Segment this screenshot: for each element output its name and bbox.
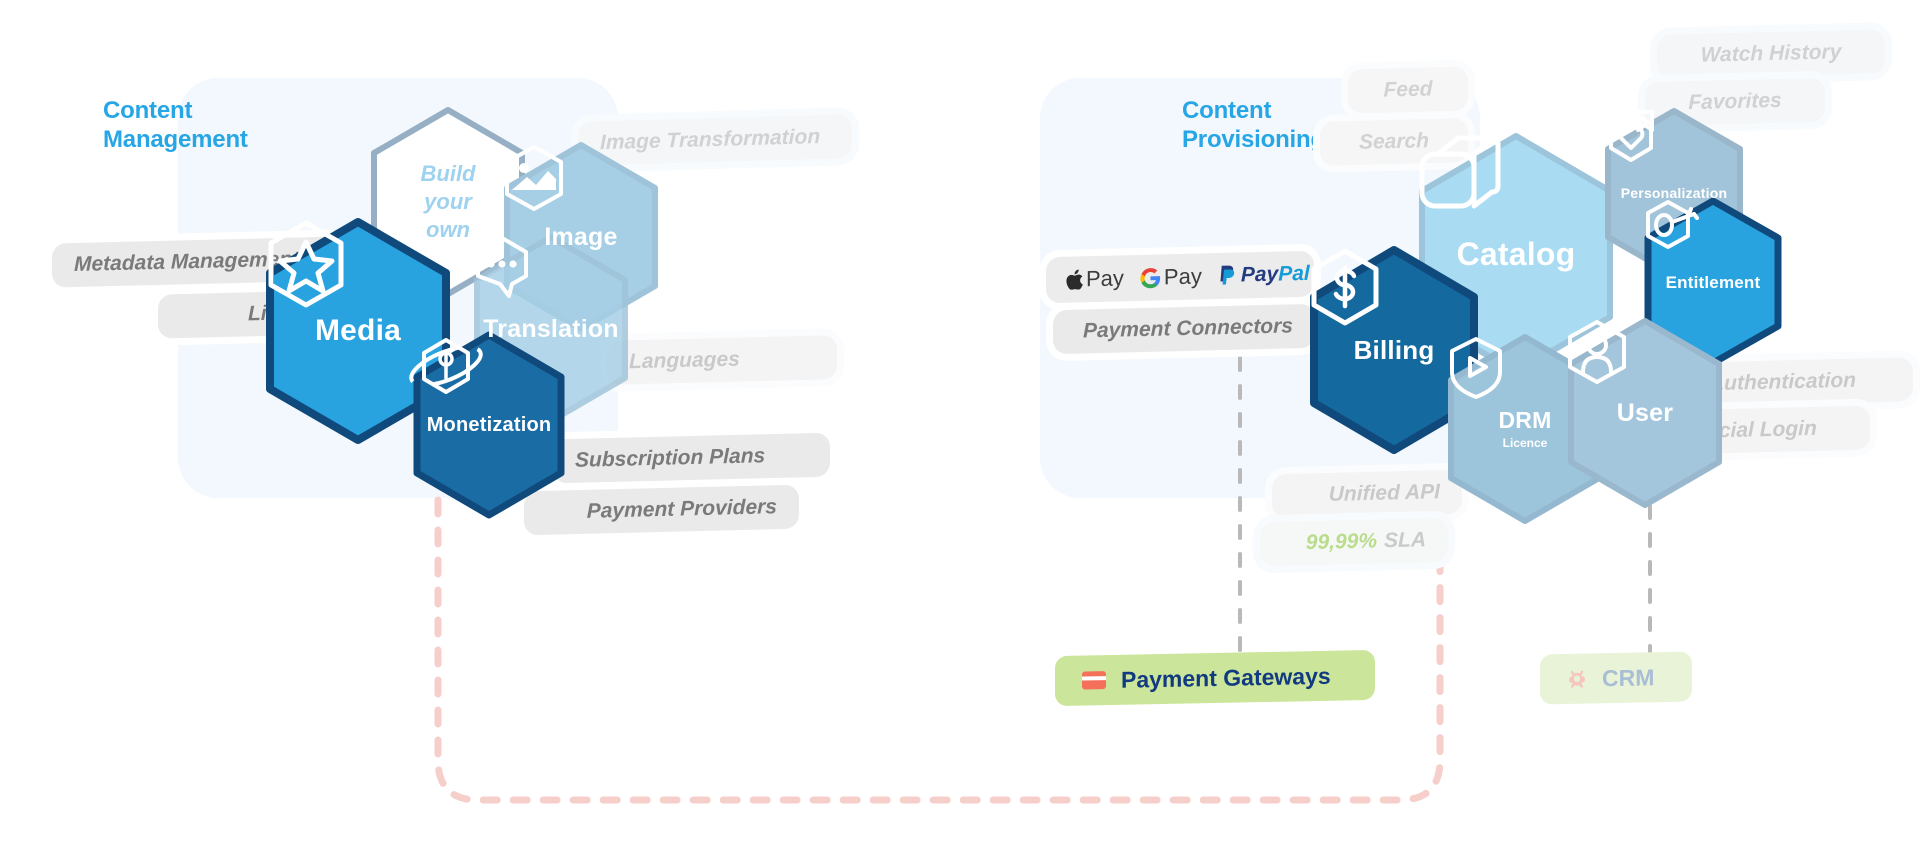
- paypal-logo: PayPal: [1218, 262, 1310, 288]
- dollar-hex-icon: [1311, 248, 1379, 326]
- hexagon-label: Entitlement: [1665, 272, 1761, 292]
- apple-pay-text: Pay: [1086, 265, 1124, 292]
- hexagon-label: DRM: [1498, 406, 1552, 433]
- google-icon: [1140, 267, 1161, 288]
- sla-value: 99,99%: [1305, 529, 1377, 555]
- tag-watch-history: Watch History: [1657, 29, 1885, 79]
- tag-label: Feed: [1383, 77, 1433, 102]
- tag-payment-connectors: Payment Connectors: [1053, 303, 1315, 355]
- tag-unified-api: Unified API: [1272, 469, 1462, 519]
- star-badge-icon: [268, 220, 344, 308]
- crm-icon: [1569, 670, 1585, 688]
- chip-crm[interactable]: CRM: [1540, 651, 1692, 705]
- chip-label: Payment Gateways: [1121, 662, 1331, 693]
- tag-label: Watch History: [1700, 40, 1842, 67]
- chat-bubble-icon: [476, 236, 528, 298]
- paypal-text: PayPal: [1240, 261, 1310, 287]
- sla-label: SLA: [1384, 528, 1426, 553]
- infographic-canvas: Content Management Image Transformation …: [0, 0, 1920, 848]
- hexagon-user[interactable]: User: [1560, 316, 1730, 510]
- box-stack-icon: [1419, 135, 1501, 209]
- hexagon-sublabel: Licence: [1502, 435, 1548, 450]
- tag-label: Payment Connectors: [1082, 314, 1293, 343]
- tag-label: Languages: [629, 347, 740, 374]
- hexagon-label: Billing: [1353, 335, 1435, 365]
- chip-payment-gateways[interactable]: Payment Gateways: [1055, 649, 1375, 707]
- play-shield-icon: [1450, 337, 1502, 399]
- tag-subscription-plans: Subscription Plans: [553, 432, 830, 484]
- tag-label: Subscription Plans: [575, 444, 766, 472]
- apple-pay-logo: Pay: [1066, 265, 1124, 292]
- tag-sla: 99,99% SLA: [1260, 517, 1448, 567]
- chip-label: CRM: [1602, 663, 1655, 691]
- tag-label: Payment Providers: [586, 495, 777, 523]
- payment-logos-row: Pay Pay PayPal: [1046, 250, 1314, 304]
- photo-icon: [505, 145, 563, 211]
- credit-card-icon: [1082, 671, 1106, 690]
- paypal-icon: [1220, 265, 1235, 285]
- heart-bookmark-icon: [1609, 110, 1654, 162]
- hexagon-label: Media: [314, 314, 402, 347]
- hexagon-label: User: [1616, 398, 1674, 427]
- hexagon-monetization[interactable]: Monetization: [406, 330, 572, 520]
- tag-languages: Languages: [607, 335, 837, 385]
- google-pay-logo: Pay: [1140, 263, 1202, 291]
- dollar-orbit-icon: [409, 338, 483, 394]
- hexagon-label: Monetization: [426, 414, 552, 436]
- key-icon: [1646, 200, 1699, 249]
- content-management-title: Content Management: [103, 97, 248, 154]
- person-icon: [1568, 320, 1626, 384]
- apple-icon: [1066, 269, 1083, 290]
- tag-feed: Feed: [1348, 66, 1468, 114]
- google-pay-text: Pay: [1163, 263, 1202, 290]
- tag-label: Authentication: [1709, 368, 1856, 396]
- tag-label: Unified API: [1328, 480, 1440, 506]
